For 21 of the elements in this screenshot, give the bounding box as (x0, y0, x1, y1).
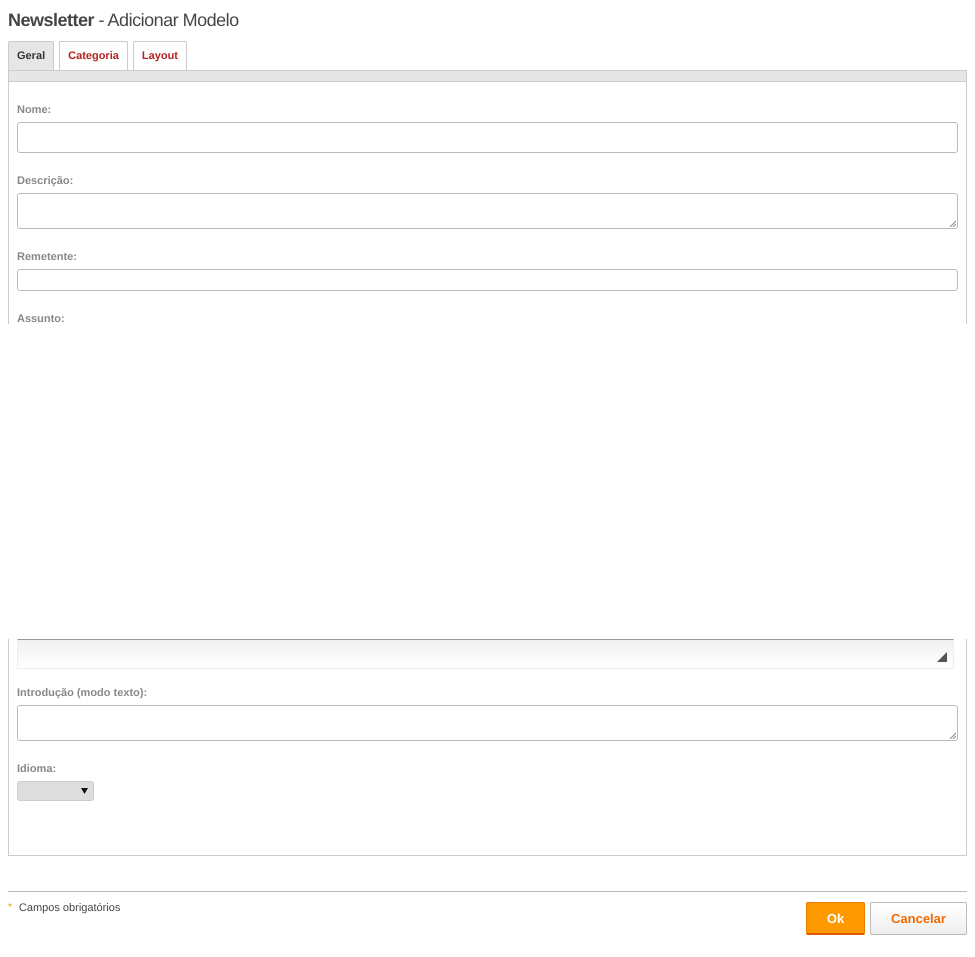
field-label: Descrição: (17, 175, 74, 187)
input-field[interactable] (17, 269, 958, 291)
field-label: Nome: (17, 104, 52, 116)
page-title: Newsletter - Adicionar Modelo (8, 10, 240, 31)
resize-grip-icon (937, 652, 947, 662)
caret-icon (81, 788, 88, 794)
input-field[interactable] (17, 122, 958, 153)
required-note: Campos obrigatórios (18, 902, 120, 914)
field-label: Introdução (modo texto): (17, 687, 148, 699)
field-label: Assunto: (17, 313, 66, 324)
field-label: Idioma: (17, 763, 58, 775)
resize-grip-icon (949, 732, 956, 739)
tab[interactable]: Categoria (59, 41, 128, 70)
language-select[interactable] (17, 781, 94, 801)
resize-grip-icon (949, 220, 956, 227)
required-marker: * (8, 902, 12, 913)
tab[interactable]: Layout (132, 41, 187, 70)
textarea-field[interactable] (17, 193, 958, 229)
tab[interactable]: Geral (8, 41, 54, 70)
field-label: Remetente: (17, 251, 78, 263)
textarea-field[interactable] (17, 705, 958, 741)
